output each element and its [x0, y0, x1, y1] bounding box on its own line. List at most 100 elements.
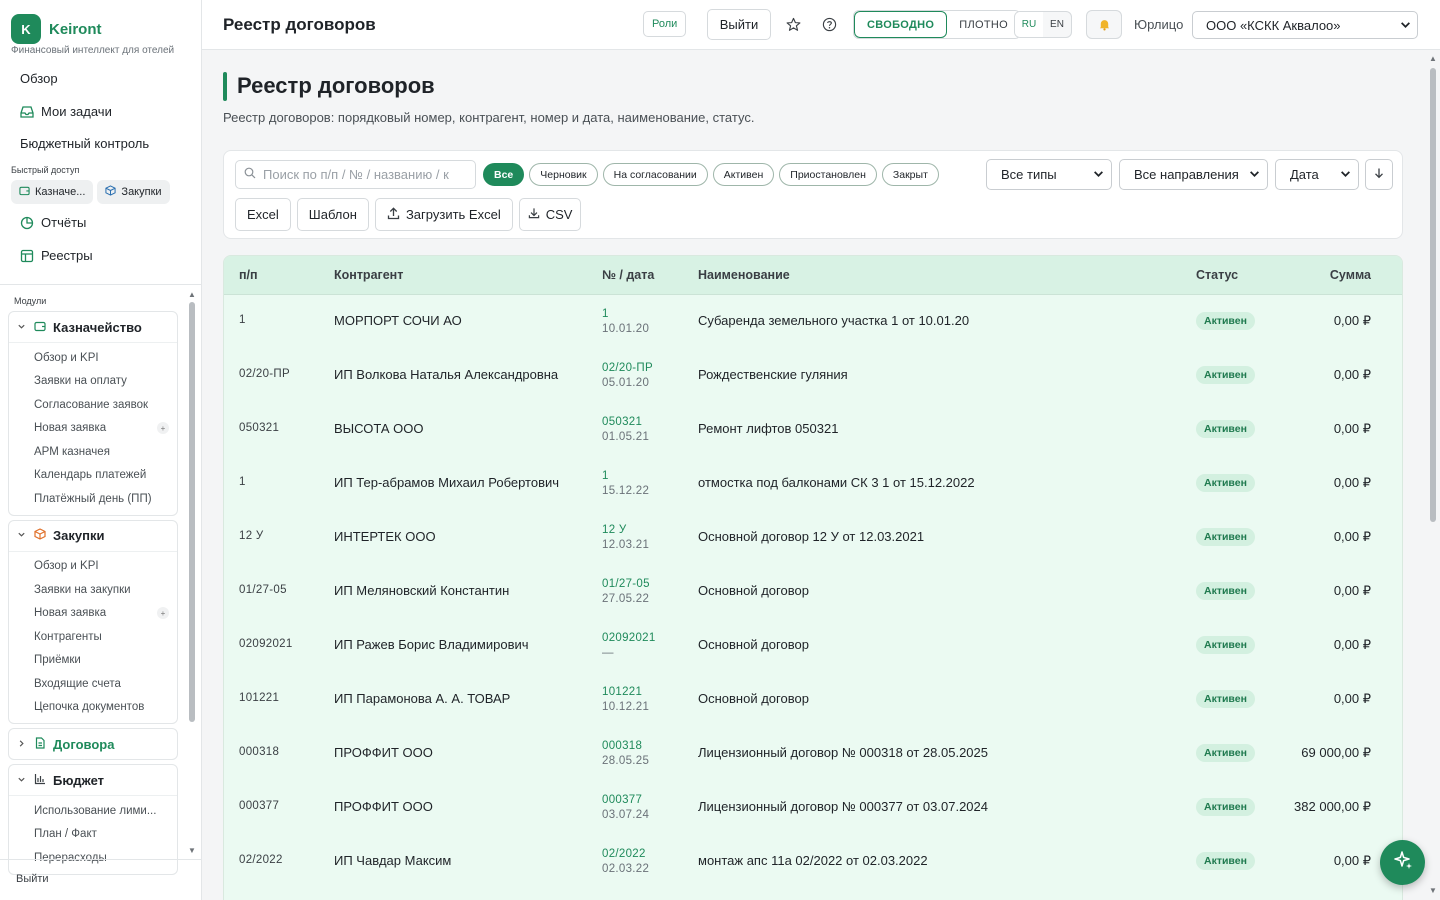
- table-row[interactable]: 000377 ПРОФФИТ ООО 000377 03.07.24 Лицензион…: [224, 781, 1402, 835]
- cell-name: отмостка под балконами СК 3 1 от 15.12.2…: [698, 475, 975, 490]
- column-header[interactable]: № / дата: [602, 268, 654, 282]
- star-icon[interactable]: [785, 16, 801, 32]
- scroll-up-icon[interactable]: ▲: [188, 290, 196, 299]
- csv-button[interactable]: CSV: [518, 198, 582, 231]
- sidebar-scrollbar[interactable]: ▲ ▼: [188, 290, 196, 856]
- module-treasury-header[interactable]: Казначейство: [9, 312, 177, 342]
- chip-closed[interactable]: Закрыт: [881, 163, 939, 186]
- doc-number-link[interactable]: 050321: [602, 415, 649, 430]
- module-item[interactable]: Приёмки: [9, 649, 177, 673]
- chip-active[interactable]: Активен: [712, 163, 775, 186]
- doc-number-link[interactable]: 101221: [602, 685, 649, 700]
- nav-registries[interactable]: Реестры: [20, 248, 93, 263]
- doc-number-link[interactable]: 02092021: [602, 631, 656, 646]
- table-row[interactable]: 1 ИП Тер-абрамов Михаил Робертович 1 15.12.…: [224, 457, 1402, 511]
- main-scroll-thumb[interactable]: [1430, 68, 1436, 522]
- table-row[interactable]: 02/2022 ИП Чавдар Максим 02/2022 02.03.22 мо…: [224, 835, 1402, 889]
- module-item[interactable]: Перерасходы: [9, 846, 177, 870]
- help-icon[interactable]: [821, 16, 837, 32]
- density-compact[interactable]: ПЛОТНО: [947, 11, 1020, 38]
- brand[interactable]: K Keiront: [11, 14, 102, 44]
- doc-number-link[interactable]: 01/27-05: [602, 577, 650, 592]
- ai-assistant-button[interactable]: [1380, 840, 1425, 885]
- table-row[interactable]: 02092021 ИП Ражев Борис Владимирович 02092…: [224, 619, 1402, 673]
- roles-button[interactable]: Роли: [643, 11, 687, 37]
- search-input[interactable]: Поиск по п/п / № / названию / к: [235, 160, 476, 189]
- sidebar-logout[interactable]: Выйти: [16, 873, 49, 885]
- bell-icon[interactable]: [1086, 10, 1122, 39]
- module-item[interactable]: Согласование заявок: [9, 393, 177, 417]
- column-header[interactable]: Сумма: [1330, 268, 1371, 282]
- doc-number-link[interactable]: 02/20-ПР: [602, 361, 653, 376]
- doc-number-link[interactable]: 000318: [602, 739, 649, 754]
- module-item[interactable]: Использование лими...: [9, 799, 177, 823]
- doc-number-link[interactable]: 12 У: [602, 523, 649, 538]
- module-item[interactable]: Обзор и KPI: [9, 555, 177, 579]
- module-item[interactable]: Новая заявка +: [9, 602, 177, 626]
- table-row[interactable]: 050321 ВЫСОТА ООО 050321 01.05.21 Ремонт лиф…: [224, 403, 1402, 457]
- density-loose[interactable]: СВОБОДНО: [854, 11, 948, 38]
- doc-number-link[interactable]: 1: [602, 469, 649, 484]
- entity-select[interactable]: ООО «КСКК Аквалоо»: [1192, 11, 1418, 39]
- template-button[interactable]: Шаблон: [296, 198, 369, 231]
- table-row[interactable]: 02/20-ПР ИП Волкова Наталья Александровна…: [224, 349, 1402, 403]
- lang-en[interactable]: EN: [1043, 12, 1071, 37]
- column-header[interactable]: Наименование: [698, 268, 790, 282]
- column-header[interactable]: Контрагент: [334, 268, 403, 282]
- module-budget: Бюджет Использование лими... План / Факт…: [8, 764, 178, 875]
- quick-access-purchases[interactable]: Закупки: [97, 180, 170, 204]
- table-row[interactable]: 01/27-05 ИП Меляновский Константин 01/27-0…: [224, 565, 1402, 619]
- chip-on-approval[interactable]: На согласовании: [602, 163, 708, 186]
- module-item[interactable]: Заявки на оплату: [9, 370, 177, 394]
- table-row[interactable]: 12 У ИНТЕРТЕК ООО 12 У 12.03.21 Основной дог…: [224, 511, 1402, 565]
- table-row[interactable]: 1 МОРПОРТ СОЧИ АО 1 10.01.20 Субаренда земел…: [224, 295, 1402, 349]
- cell-counterparty: ПРОФФИТ ООО: [334, 745, 433, 760]
- sort-select[interactable]: Дата: [1275, 159, 1359, 190]
- chip-all[interactable]: Все: [483, 163, 525, 186]
- table-row[interactable]: 101221 ИП Парамонова А. А. ТОВАР 101221 10.…: [224, 673, 1402, 727]
- module-contracts-header[interactable]: Договора: [9, 729, 177, 759]
- chip-suspended[interactable]: Приостановлен: [779, 163, 877, 186]
- sort-direction-button[interactable]: [1365, 159, 1393, 190]
- module-item[interactable]: Новая заявка +: [9, 417, 177, 441]
- module-item[interactable]: Контрагенты: [9, 625, 177, 649]
- scroll-down-icon[interactable]: ▼: [188, 846, 196, 855]
- cell-number: 000377: [239, 800, 280, 812]
- scroll-up-icon[interactable]: ▲: [1429, 54, 1437, 63]
- type-select[interactable]: Все типы: [986, 159, 1112, 190]
- module-item[interactable]: Цепочка документов: [9, 696, 177, 720]
- chip-draft[interactable]: Черновик: [529, 163, 598, 186]
- doc-date: 27.05.22: [602, 593, 650, 605]
- logout-button[interactable]: Выйти: [707, 9, 771, 40]
- excel-button[interactable]: Excel: [235, 198, 291, 231]
- module-purchases-header[interactable]: Закупки: [9, 521, 177, 551]
- module-item[interactable]: Заявки на закупки: [9, 578, 177, 602]
- quick-access-treasury[interactable]: Казначе...: [11, 180, 94, 204]
- direction-select[interactable]: Все направления: [1119, 159, 1268, 190]
- doc-number-link[interactable]: 000377: [602, 793, 649, 808]
- column-header[interactable]: п/п: [239, 268, 258, 282]
- doc-number-link[interactable]: 02/2022: [602, 847, 649, 862]
- table-row[interactable]: 000318 ПРОФФИТ ООО 000318 28.05.25 Лицензион…: [224, 727, 1402, 781]
- module-item[interactable]: Входящие счета: [9, 672, 177, 696]
- nav-reports[interactable]: Отчёты: [20, 215, 86, 230]
- sidebar-scroll-thumb[interactable]: [189, 302, 195, 722]
- nav-overview[interactable]: Обзор: [20, 71, 58, 86]
- upload-excel-button[interactable]: Загрузить Excel: [374, 198, 513, 231]
- module-item[interactable]: Календарь платежей: [9, 464, 177, 488]
- module-purchases-label: Закупки: [53, 528, 105, 543]
- nav-budget-control[interactable]: Бюджетный контроль: [20, 136, 149, 151]
- module-item[interactable]: План / Факт: [9, 823, 177, 847]
- module-item[interactable]: АРМ казначея: [9, 440, 177, 464]
- column-header[interactable]: Статус: [1196, 268, 1238, 282]
- plus-icon[interactable]: +: [157, 607, 169, 620]
- plus-icon[interactable]: +: [157, 422, 169, 435]
- lang-ru[interactable]: RU: [1015, 12, 1043, 37]
- scroll-down-icon[interactable]: ▼: [1429, 886, 1437, 895]
- nav-my-tasks[interactable]: Мои задачи: [20, 104, 112, 119]
- module-budget-header[interactable]: Бюджет: [9, 765, 177, 795]
- main-scrollbar[interactable]: ▲ ▼: [1428, 52, 1438, 900]
- doc-number-link[interactable]: 1: [602, 307, 649, 322]
- module-item[interactable]: Платёжный день (ПП): [9, 487, 177, 511]
- module-item[interactable]: Обзор и KPI: [9, 346, 177, 370]
